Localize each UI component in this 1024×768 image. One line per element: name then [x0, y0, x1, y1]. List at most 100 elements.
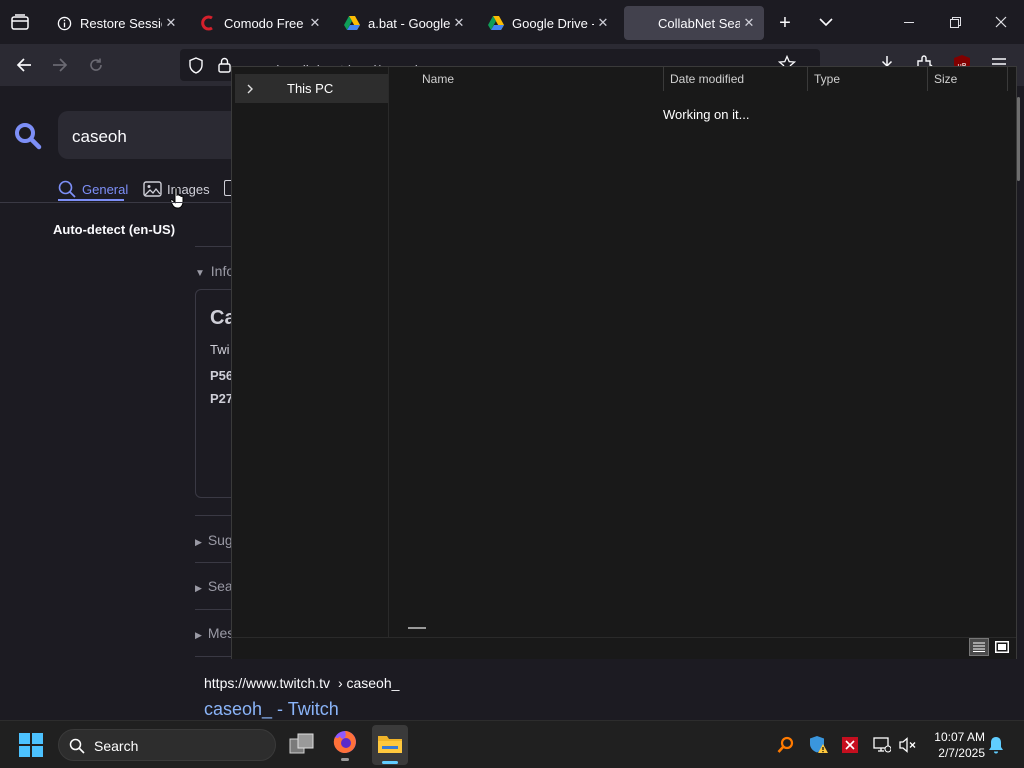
large-icons-view-icon: [995, 641, 1009, 653]
restore-button[interactable]: [932, 0, 978, 44]
section-suggestions-toggle[interactable]: ▶ Sug: [195, 532, 233, 548]
plus-icon: +: [779, 11, 791, 34]
task-view-icon: [289, 733, 314, 754]
forward-arrow-icon: [53, 58, 68, 72]
tab-restore-session[interactable]: Restore Session ✕: [46, 6, 186, 40]
tracking-protection-icon[interactable]: [188, 57, 204, 79]
nav-item-this-pc[interactable]: This PC: [235, 74, 388, 103]
close-window-button[interactable]: [978, 0, 1024, 44]
result-url[interactable]: https://www.twitch.tv › caseoh_: [204, 675, 399, 691]
active-tab-underline: [58, 199, 124, 201]
collabnet-icon: [634, 15, 650, 31]
nav-item-label: This PC: [287, 81, 334, 96]
tab-collabnet-search[interactable]: CollabNet Sear ✕: [624, 6, 764, 40]
search-query: caseoh: [72, 127, 127, 146]
triangle-right-icon: ▶: [195, 537, 202, 547]
close-tab-icon[interactable]: ✕: [450, 14, 468, 32]
navigation-pane: [232, 67, 389, 637]
search-input[interactable]: caseoh: [58, 111, 238, 159]
back-button[interactable]: [9, 50, 39, 80]
tab-google-drive[interactable]: Google Drive - V ✕: [478, 6, 618, 40]
language-selector[interactable]: Auto-detect (en-US): [53, 222, 175, 237]
column-header-name[interactable]: Name: [389, 67, 664, 91]
tab-list-button[interactable]: [8, 10, 32, 34]
back-arrow-icon: [16, 58, 31, 72]
chevron-right-icon[interactable]: [246, 84, 254, 94]
task-view-button[interactable]: [289, 733, 315, 757]
chevron-down-icon: [819, 17, 833, 26]
notifications-bell-icon[interactable]: [988, 736, 1006, 754]
tray-security-app-icon[interactable]: [842, 737, 858, 753]
clock[interactable]: 10:07 AM 2/7/2025: [925, 729, 985, 761]
taskbar-search-label: Search: [94, 738, 139, 754]
tab-label: Comodo Free In: [224, 15, 306, 31]
section-messages-toggle[interactable]: ▶ Mes: [195, 625, 234, 641]
reload-icon: [90, 58, 102, 71]
windows-taskbar: Search 10:07 AM 2/7/2025: [0, 720, 1024, 768]
taskbar-search-box[interactable]: Search: [58, 729, 276, 761]
tray-volume-muted-icon[interactable]: [899, 736, 917, 754]
column-label: Type: [814, 72, 841, 86]
minimize-button[interactable]: [886, 0, 932, 44]
taskbar-file-explorer-button[interactable]: [372, 725, 408, 765]
section-label: Sug: [207, 532, 233, 548]
close-icon: [995, 16, 1007, 28]
forward-button[interactable]: [45, 50, 75, 80]
triangle-right-icon: ▶: [195, 583, 202, 593]
google-drive-icon: [344, 15, 360, 31]
folder-icon: [378, 736, 402, 753]
infobox-line: P27: [210, 391, 234, 406]
section-divider: [195, 609, 232, 610]
infobox-line: Twi: [210, 342, 230, 357]
loading-status: Working on it...: [663, 107, 750, 122]
column-header-date-modified[interactable]: Date modified: [664, 67, 808, 91]
tab-abat-google-drive[interactable]: a.bat - Google D ✕: [334, 6, 474, 40]
reload-button[interactable]: [81, 50, 111, 80]
search-icon: [58, 180, 76, 198]
tray-network-icon[interactable]: [873, 736, 892, 754]
details-view-icon: [973, 642, 985, 652]
close-tab-icon[interactable]: ✕: [162, 14, 180, 32]
column-header-type[interactable]: Type: [808, 67, 928, 91]
horizontal-scrollbar[interactable]: [408, 627, 426, 629]
close-tab-icon[interactable]: ✕: [594, 14, 612, 32]
section-search-toggle[interactable]: ▶ Sea: [195, 578, 233, 594]
triangle-down-icon: ▼: [195, 268, 205, 279]
minimize-icon: [904, 21, 914, 23]
lock-icon[interactable]: [218, 57, 231, 78]
page-divider: [0, 202, 232, 203]
result-url-domain: https://www.twitch.tv: [204, 675, 331, 691]
firefox-icon: [333, 731, 356, 753]
vertical-scrollbar[interactable]: [1017, 97, 1020, 181]
tab-list-icon: [11, 14, 29, 30]
google-drive-icon: [488, 15, 504, 31]
new-tab-button[interactable]: +: [772, 10, 798, 36]
tab-label: CollabNet Sear: [658, 15, 740, 31]
details-view-button[interactable]: [969, 638, 989, 656]
info-icon: [56, 15, 72, 31]
close-tab-icon[interactable]: ✕: [740, 14, 758, 32]
tab-label: a.bat - Google D: [368, 15, 450, 31]
column-header-size[interactable]: Size: [928, 67, 1008, 91]
start-button[interactable]: [19, 733, 43, 757]
hand-cursor-icon: [170, 187, 186, 214]
taskbar-firefox-button[interactable]: [332, 729, 360, 761]
search-icon: [69, 738, 85, 754]
section-divider: [195, 515, 232, 516]
tray-search-tool-icon[interactable]: [777, 736, 795, 754]
list-all-tabs-button[interactable]: [814, 10, 838, 34]
section-divider: [195, 246, 232, 247]
triangle-right-icon: ▶: [195, 630, 202, 640]
section-info-toggle[interactable]: ▼ Info: [195, 263, 234, 279]
large-icons-view-button[interactable]: [992, 638, 1012, 656]
result-title-link[interactable]: caseoh_ - Twitch: [204, 699, 339, 720]
search-logo-icon[interactable]: [14, 122, 42, 155]
tab-comodo[interactable]: Comodo Free In ✕: [190, 6, 330, 40]
result-url-crumb: › caseoh_: [337, 675, 400, 691]
close-tab-icon[interactable]: ✕: [306, 14, 324, 32]
section-label: Sea: [207, 578, 233, 594]
tray-defender-warning-icon[interactable]: [809, 735, 829, 755]
tab-strip: Restore Session ✕ Comodo Free In ✕ a.bat…: [0, 0, 1024, 44]
column-label: Date modified: [670, 72, 745, 86]
tab-label: Google Drive - V: [512, 15, 594, 31]
